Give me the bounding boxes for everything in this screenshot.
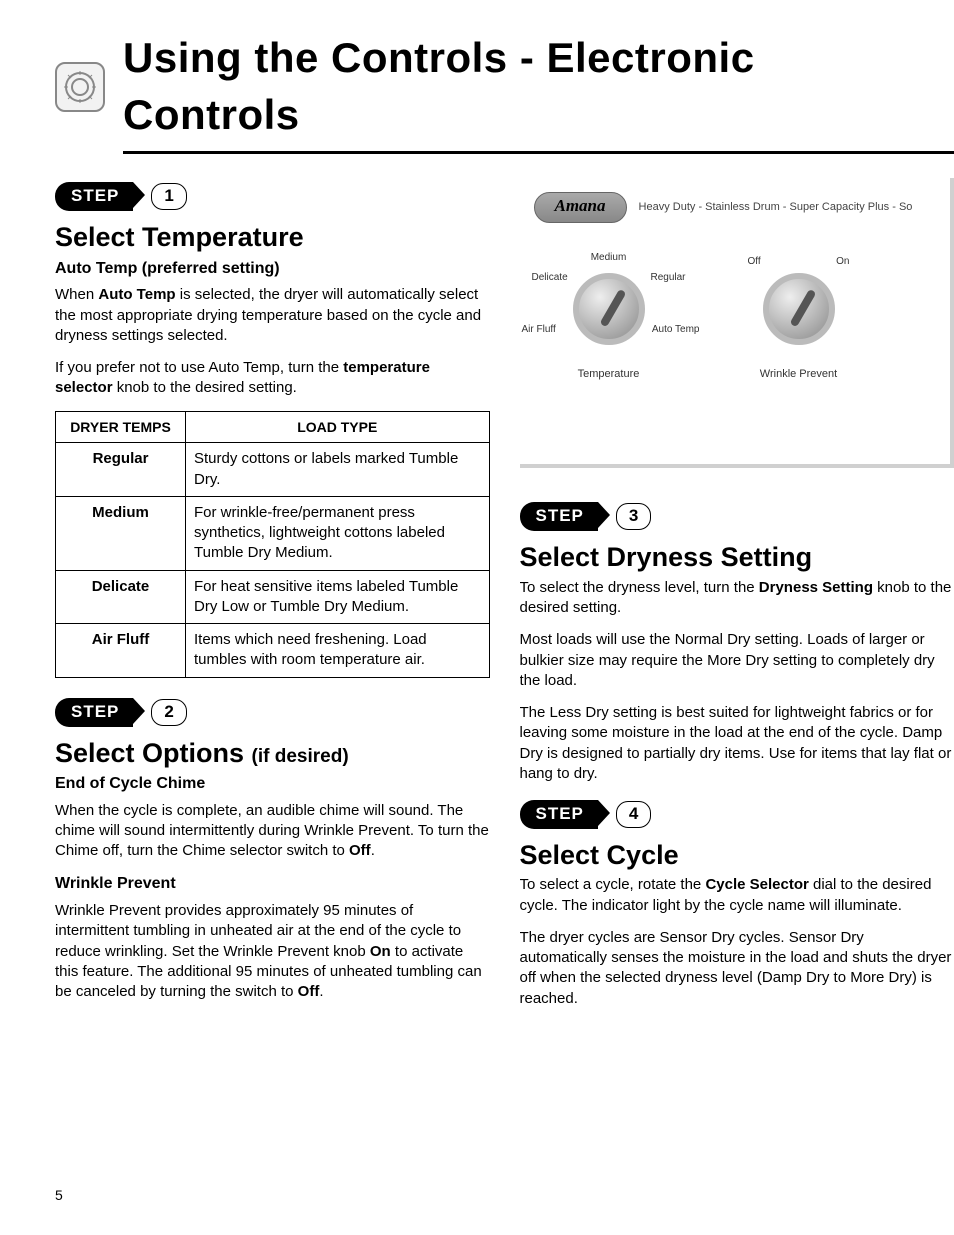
table-header: LOAD TYPE — [186, 411, 490, 443]
table-row: Delicate For heat sensitive items labele… — [56, 570, 490, 624]
knob-label: Wrinkle Prevent — [724, 367, 874, 382]
subheading-chime: End of Cycle Chime — [55, 773, 490, 795]
temp-cell: Air Fluff — [56, 624, 186, 678]
step-label: STEP — [55, 698, 133, 727]
step-badge-2: STEP 2 — [55, 698, 187, 727]
page-title: Using the Controls - Electronic Controls — [123, 30, 899, 143]
paragraph: If you prefer not to use Auto Temp, turn… — [55, 358, 490, 399]
title-rule — [123, 151, 954, 154]
text: (if desired) — [252, 746, 349, 767]
bold-text: On — [370, 943, 391, 960]
temp-cell: Delicate — [56, 570, 186, 624]
tick-label: Regular — [650, 271, 685, 285]
tick-label: Delicate — [532, 271, 568, 285]
table-row: Regular Sturdy cottons or labels marked … — [56, 443, 490, 497]
heading-select-dryness: Select Dryness Setting — [520, 539, 954, 575]
temp-cell: Medium — [56, 496, 186, 570]
temp-cell: Regular — [56, 443, 186, 497]
heading-select-temperature: Select Temperature — [55, 219, 490, 255]
page-number: 5 — [55, 1186, 63, 1205]
step-number-3: 3 — [616, 503, 651, 530]
step-number-4: 4 — [616, 801, 651, 828]
tick-label: On — [836, 255, 849, 269]
left-column: STEP 1 Select Temperature Auto Temp (pre… — [55, 178, 490, 1021]
step-badge-1: STEP 1 — [55, 182, 187, 211]
table-header: DRYER TEMPS — [56, 411, 186, 443]
bold-text: Dryness Setting — [759, 579, 873, 596]
heading-select-options: Select Options (if desired) — [55, 735, 490, 771]
heading-select-cycle: Select Cycle — [520, 837, 954, 873]
subheading-auto-temp: Auto Temp (preferred setting) — [55, 258, 490, 280]
bold-text: Off — [298, 983, 320, 1000]
paragraph: Wrinkle Prevent provides approximately 9… — [55, 901, 490, 1002]
load-cell: Sturdy cottons or labels marked Tumble D… — [186, 443, 490, 497]
paragraph: To select the dryness level, turn the Dr… — [520, 578, 954, 619]
step-label: STEP — [520, 502, 598, 531]
bold-text: Auto Temp — [98, 286, 175, 303]
step-badge-3: STEP 3 — [520, 502, 652, 531]
paragraph: When Auto Temp is selected, the dryer wi… — [55, 285, 490, 346]
control-panel-figure: Amana Heavy Duty - Stainless Drum - Supe… — [520, 178, 954, 468]
text: When — [55, 286, 98, 303]
load-cell: For wrinkle-free/permanent press synthet… — [186, 496, 490, 570]
subheading-wrinkle-prevent: Wrinkle Prevent — [55, 873, 490, 895]
step-badge-4: STEP 4 — [520, 800, 652, 829]
text: . — [319, 983, 323, 1000]
wrinkle-prevent-knob-group: Off On Wrinkle Prevent — [724, 247, 874, 382]
bold-text: Off — [349, 842, 371, 859]
text: To select a cycle, rotate the — [520, 876, 706, 893]
tick-label: Air Fluff — [522, 323, 556, 337]
text: If you prefer not to use Auto Temp, turn… — [55, 359, 343, 376]
temperature-knob-icon — [573, 273, 645, 345]
load-cell: For heat sensitive items labeled Tumble … — [186, 570, 490, 624]
knob-label: Temperature — [534, 367, 684, 382]
temperature-knob-group: Medium Delicate Regular Air Fluff Auto T… — [534, 247, 684, 382]
step-number-2: 2 — [151, 699, 186, 726]
paragraph: To select a cycle, rotate the Cycle Sele… — [520, 875, 954, 916]
dryer-dial-icon — [55, 62, 105, 112]
page-header: Using the Controls - Electronic Controls — [55, 30, 954, 143]
step-label: STEP — [55, 182, 133, 211]
text: When the cycle is complete, an audible c… — [55, 802, 489, 860]
dryer-temps-table: DRYER TEMPS LOAD TYPE Regular Sturdy cot… — [55, 411, 490, 678]
panel-subtitle: Heavy Duty - Stainless Drum - Super Capa… — [639, 200, 913, 215]
tick-label: Medium — [591, 251, 627, 265]
step-number-1: 1 — [151, 183, 186, 210]
paragraph: The Less Dry setting is best suited for … — [520, 703, 954, 784]
paragraph: The dryer cycles are Sensor Dry cycles. … — [520, 928, 954, 1009]
right-column: Amana Heavy Duty - Stainless Drum - Supe… — [520, 178, 954, 1021]
paragraph: Most loads will use the Normal Dry setti… — [520, 630, 954, 691]
load-cell: Items which need freshening. Load tumble… — [186, 624, 490, 678]
brand-logo: Amana — [534, 192, 627, 223]
table-row: Air Fluff Items which need freshening. L… — [56, 624, 490, 678]
table-row: Medium For wrinkle-free/permanent press … — [56, 496, 490, 570]
paragraph: When the cycle is complete, an audible c… — [55, 801, 490, 862]
step-label: STEP — [520, 800, 598, 829]
text: Select Options — [55, 738, 252, 768]
text: knob to the desired setting. — [113, 379, 297, 396]
bold-text: Cycle Selector — [705, 876, 808, 893]
tick-label: Off — [748, 255, 761, 269]
tick-label: Auto Temp — [652, 323, 700, 337]
text: To select the dryness level, turn the — [520, 579, 759, 596]
wrinkle-prevent-knob-icon — [763, 273, 835, 345]
text: . — [371, 842, 375, 859]
